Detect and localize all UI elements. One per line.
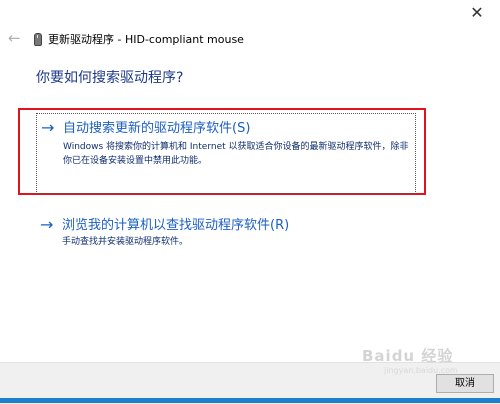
back-arrow-icon[interactable]: ← <box>8 29 21 47</box>
arrow-right-icon: → <box>41 118 55 137</box>
page-heading: 你要如何搜索驱动程序? <box>36 70 184 86</box>
update-driver-dialog: ✕ ← 更新驱动程序 - HID-compliant mouse 你要如何搜索驱… <box>0 0 500 404</box>
cancel-button[interactable]: 取消 <box>436 374 494 393</box>
taskbar-strip <box>0 398 500 403</box>
option-title: 浏览我的计算机以查找驱动程序软件(R) <box>62 218 290 233</box>
option-title: 自动搜索更新的驱动程序软件(S) <box>63 121 251 136</box>
option-description: Windows 将搜索你的计算机和 Internet 以获取适合你设备的最新驱动… <box>63 142 409 166</box>
device-icon <box>34 33 42 46</box>
search-automatically-option[interactable]: → 自动搜索更新的驱动程序软件(S) Windows 将搜索你的计算机和 Int… <box>36 113 416 194</box>
option-description: 手动查找并安装驱动程序软件。 <box>62 237 189 247</box>
arrow-right-icon: → <box>40 215 54 234</box>
watermark-logo: Baidu 经验 <box>362 347 454 365</box>
browse-computer-option[interactable]: → 浏览我的计算机以查找驱动程序软件(R) 手动查找并安装驱动程序软件。 <box>36 214 416 254</box>
close-icon: ✕ <box>470 3 484 22</box>
title-bar: ← 更新驱动程序 - HID-compliant mouse <box>0 26 440 52</box>
window-title: 更新驱动程序 - HID-compliant mouse <box>48 33 244 46</box>
close-button[interactable]: ✕ <box>454 0 500 28</box>
